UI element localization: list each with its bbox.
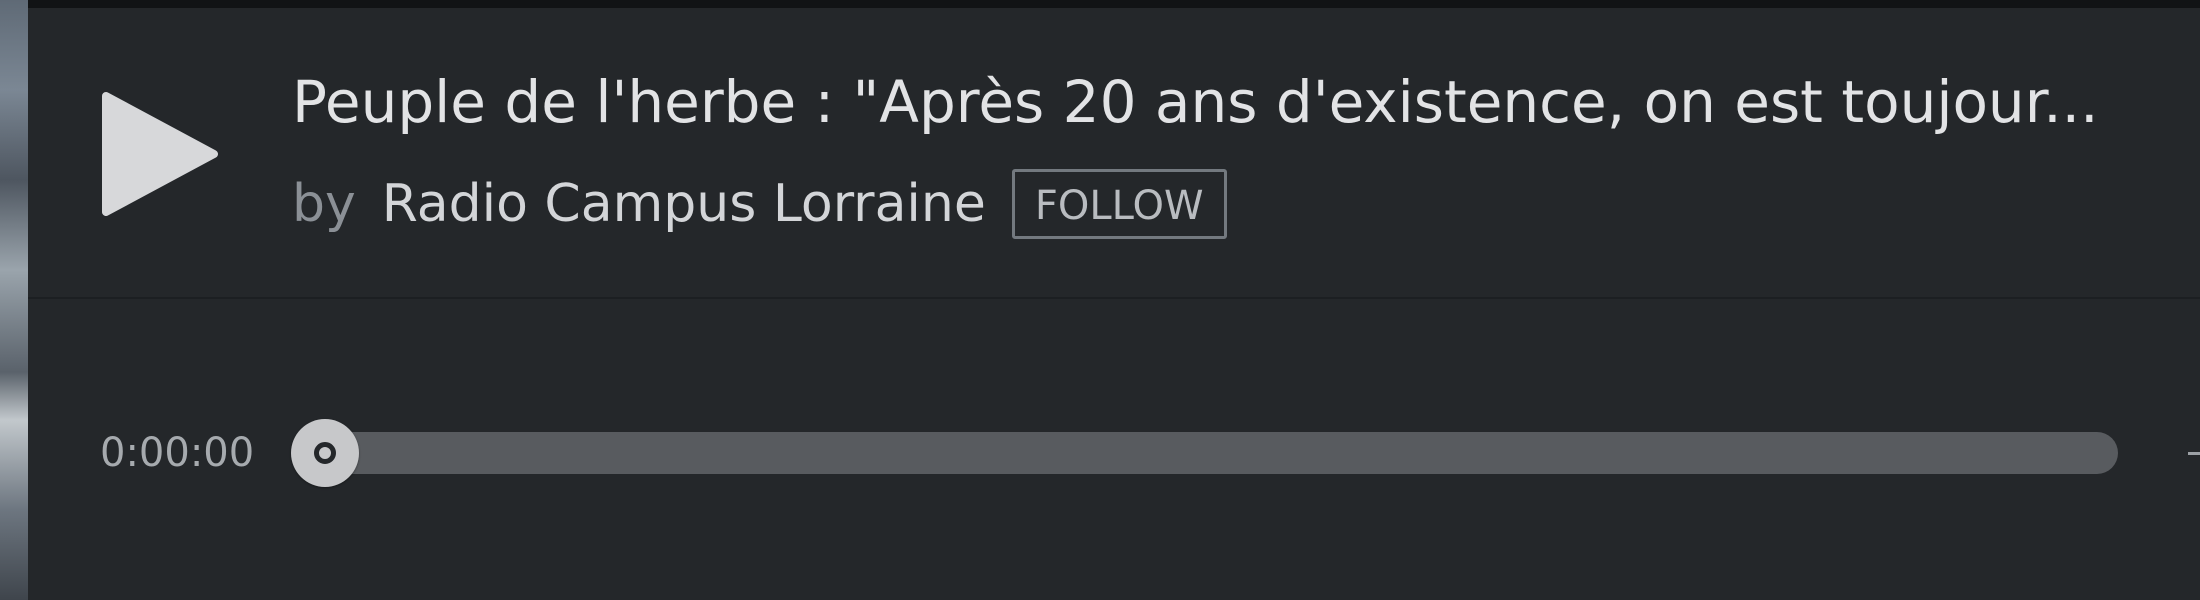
play-icon	[102, 92, 218, 216]
progress-track[interactable]	[295, 432, 2118, 474]
current-time: 0:00:00	[100, 430, 255, 476]
play-button[interactable]	[100, 92, 220, 216]
top-bar	[28, 0, 2200, 8]
follow-button[interactable]: FOLLOW	[1011, 169, 1227, 239]
scrubber-center-icon	[314, 442, 336, 464]
author-link[interactable]: Radio Campus Lorraine	[382, 164, 986, 244]
episode-header	[28, 8, 2200, 298]
artwork-edge	[0, 0, 28, 600]
byline: by Radio Campus Lorraine FOLLOW	[292, 164, 1227, 244]
episode-title[interactable]: Peuple de l'herbe : "Après 20 ans d'exis…	[292, 62, 2200, 142]
embedded-audio-player: Peuple de l'herbe : "Après 20 ans d'exis…	[0, 0, 2200, 600]
progress-scrubber[interactable]	[291, 419, 359, 487]
right-edge-mark	[2188, 452, 2200, 455]
by-label: by	[292, 174, 356, 234]
